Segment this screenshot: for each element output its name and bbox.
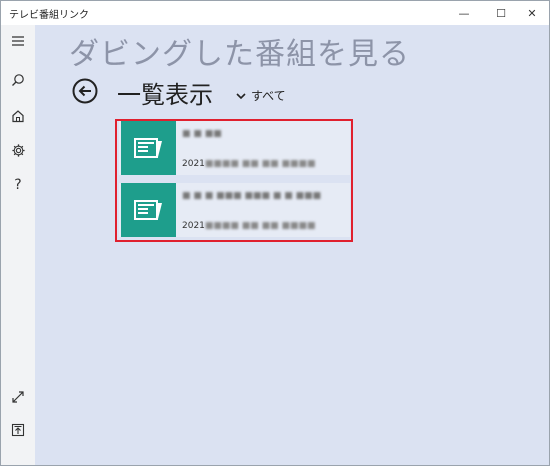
menu-icon[interactable] <box>1 28 35 54</box>
back-button[interactable] <box>72 78 98 104</box>
program-item[interactable]: ■ ■ ■ ■■■ ■■■ ■ ■ ■■■ 2021■■■■ ■■ ■■ ■■■… <box>119 183 350 237</box>
page-title: ダビングした番組を見る <box>69 37 410 72</box>
maximize-icon: ☐ <box>496 6 506 20</box>
app-window: テレビ番組リンク — ☐ ✕ ? ダビングした番組を見る 一覧表示 すべて ■ … <box>0 0 550 466</box>
expand-icon[interactable] <box>1 384 35 410</box>
gear-icon[interactable] <box>1 137 35 163</box>
sidebar: ? <box>1 25 35 465</box>
recording-icon <box>121 183 176 237</box>
recording-icon <box>121 121 176 175</box>
program-title: ■ ■ ■■ <box>182 129 222 139</box>
section-title: 一覧表示 <box>117 81 213 109</box>
maximize-button[interactable]: ☐ <box>484 1 518 25</box>
pin-to-top-icon[interactable] <box>1 417 35 443</box>
minimize-icon: — <box>458 6 470 20</box>
close-icon: ✕ <box>527 6 537 20</box>
title-bar: テレビ番組リンク — ☐ ✕ <box>1 1 549 25</box>
help-icon[interactable]: ? <box>1 172 35 198</box>
main-content: ダビングした番組を見る 一覧表示 すべて ■ ■ ■■ 2021■■■■ ■■ … <box>35 25 549 465</box>
program-date: 2021■■■■ ■■ ■■ ■■■■ <box>182 159 316 169</box>
chevron-down-icon <box>236 92 246 99</box>
back-arrow-icon <box>72 78 98 104</box>
filter-label: すべて <box>251 89 286 103</box>
search-icon[interactable] <box>1 67 35 93</box>
minimize-button[interactable]: — <box>447 1 481 25</box>
close-button[interactable]: ✕ <box>515 1 549 25</box>
program-title: ■ ■ ■ ■■■ ■■■ ■ ■ ■■■ <box>182 191 322 201</box>
home-icon[interactable] <box>1 103 35 129</box>
program-date: 2021■■■■ ■■ ■■ ■■■■ <box>182 221 316 231</box>
app-title: テレビ番組リンク <box>9 10 89 21</box>
program-list: ■ ■ ■■ 2021■■■■ ■■ ■■ ■■■■ ■ ■ ■ ■■■ ■■■… <box>115 119 353 242</box>
filter-dropdown[interactable]: すべて <box>235 87 286 104</box>
program-item[interactable]: ■ ■ ■■ 2021■■■■ ■■ ■■ ■■■■ <box>119 121 350 175</box>
